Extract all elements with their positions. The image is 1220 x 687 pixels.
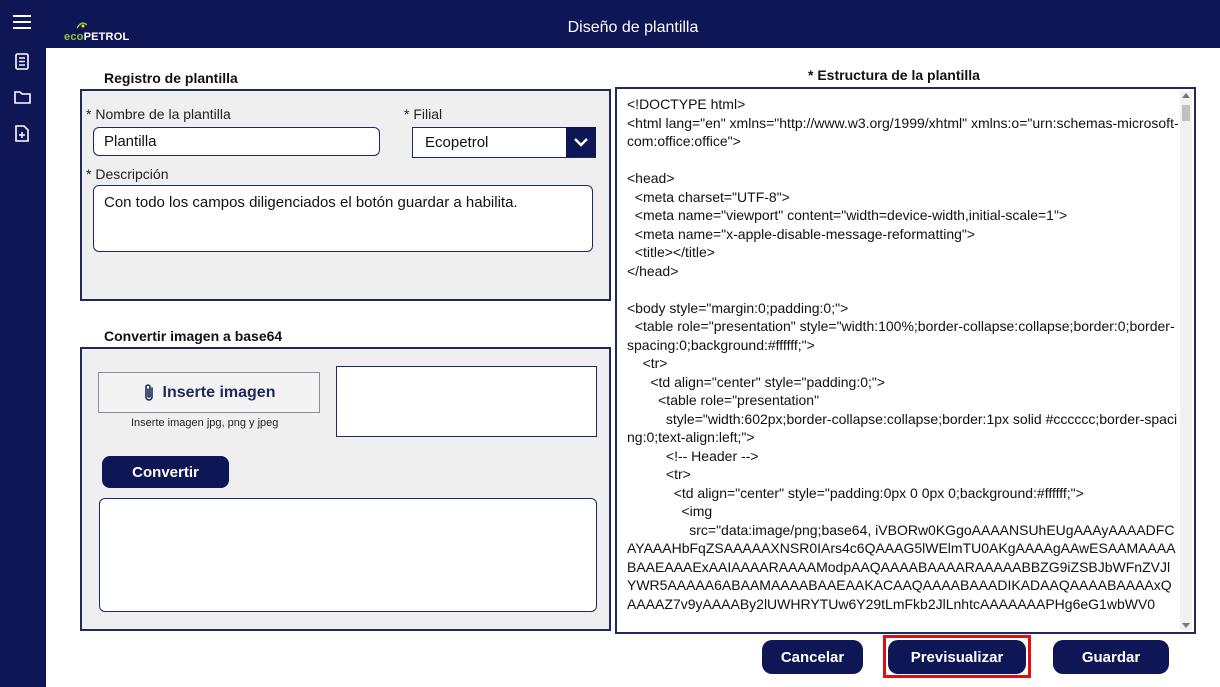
base64-output-textarea[interactable]: [99, 498, 597, 612]
estructura-section-title: * Estructura de la plantilla: [808, 67, 980, 83]
filial-select[interactable]: Ecopetrol: [412, 127, 596, 158]
hamburger-menu-icon[interactable]: [11, 11, 33, 33]
descripcion-label: * Descripción: [86, 166, 169, 182]
insert-image-button[interactable]: Inserte imagen: [98, 372, 320, 413]
document-icon[interactable]: [11, 50, 33, 72]
folder-icon[interactable]: [11, 86, 33, 108]
code-scrollbar[interactable]: [1180, 91, 1192, 630]
scroll-up-arrow-icon[interactable]: [1182, 93, 1190, 98]
nombre-input[interactable]: Plantilla: [93, 127, 380, 156]
nombre-label: * Nombre de la plantilla: [86, 106, 231, 122]
paperclip-icon: [144, 383, 153, 401]
filial-label: * Filial: [404, 106, 443, 122]
convert-button[interactable]: Convertir: [102, 456, 229, 488]
convertir-section-title: Convertir imagen a base64: [104, 328, 283, 344]
scroll-thumb[interactable]: [1182, 105, 1190, 121]
chevron-down-icon[interactable]: [566, 127, 596, 157]
filial-selected-value: Ecopetrol: [425, 134, 489, 151]
page-title: Diseño de plantilla: [567, 19, 699, 36]
sidebar: [0, 0, 46, 687]
cancel-button[interactable]: Cancelar: [762, 640, 863, 674]
insert-image-label: Inserte imagen: [162, 383, 276, 401]
image-preview-box: [336, 366, 597, 437]
insert-image-hint: Inserte imagen jpg, png y jpeg: [131, 417, 279, 429]
descripcion-textarea[interactable]: Con todo los campos diligenciados el bot…: [93, 185, 593, 252]
add-file-icon[interactable]: [11, 122, 33, 144]
scroll-down-arrow-icon[interactable]: [1182, 623, 1190, 628]
registro-section-title: Registro de plantilla: [104, 70, 238, 86]
header-bar: eco PETROL Diseño de plantilla: [46, 0, 1220, 48]
save-button[interactable]: Guardar: [1053, 640, 1169, 674]
template-code-text[interactable]: <!DOCTYPE html> <html lang="en" xmlns="h…: [627, 95, 1179, 613]
template-code-editor[interactable]: <!DOCTYPE html> <html lang="en" xmlns="h…: [615, 87, 1196, 634]
preview-highlight-frame: [883, 635, 1031, 678]
